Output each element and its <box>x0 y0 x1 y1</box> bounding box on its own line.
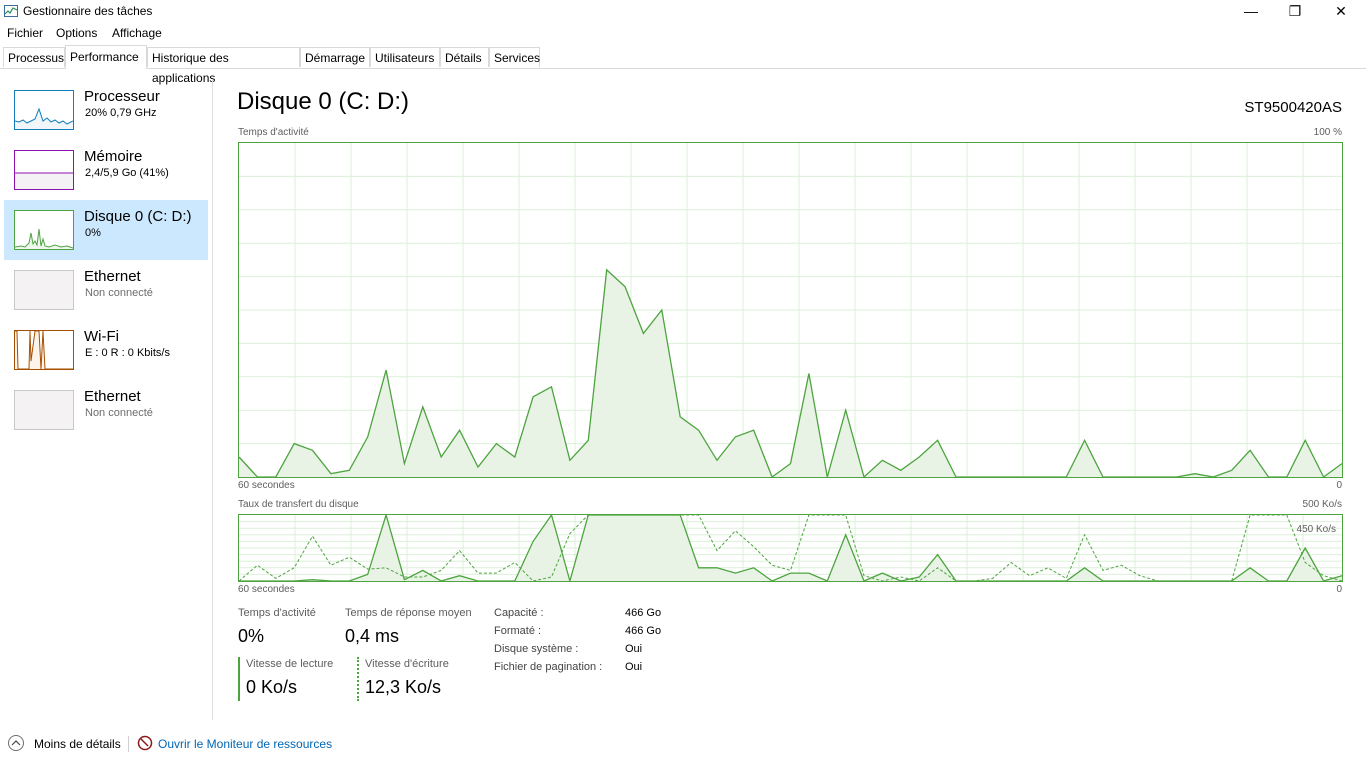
sidebar-item-subtext: E : 0 R : 0 Kbits/s <box>85 347 170 359</box>
menu-fichier[interactable]: Fichier <box>7 26 43 40</box>
disk-thumbnail <box>14 210 74 250</box>
chevron-up-icon[interactable] <box>8 735 24 751</box>
tab-performance[interactable]: Performance <box>65 45 147 69</box>
sidebar-item-label: Processeur <box>84 88 160 105</box>
info-system-disk-label: Disque système : <box>494 643 579 655</box>
menu-options[interactable]: Options <box>56 26 97 40</box>
write-speed-label: Vitesse d'écriture <box>365 658 449 670</box>
info-formatted-value: 466 Go <box>625 625 662 637</box>
activity-chart-zero: 0 <box>1336 480 1342 491</box>
active-time-label: Temps d'activité <box>238 607 316 619</box>
transfer-chart: 450 Ko/s <box>238 514 1343 582</box>
cpu-thumbnail <box>14 90 74 130</box>
transfer-chart-title: Taux de transfert du disque <box>238 499 359 510</box>
active-time-value: 0% <box>238 626 265 646</box>
series-area <box>239 269 1342 477</box>
write-speed-marker <box>357 657 359 701</box>
ethernet-thumbnail <box>14 270 74 310</box>
tab-details[interactable]: Détails <box>440 47 489 67</box>
menu-affichage[interactable]: Affichage <box>112 26 162 40</box>
sidebar-item-subtext: 20% 0,79 GHz <box>85 107 157 119</box>
sidebar-item-subtext: 0% <box>85 227 101 239</box>
sidebar-item-subtext: 2,4/5,9 Go (41%) <box>85 167 169 179</box>
sidebar-item-label: Disque 0 (C: D:) <box>84 208 192 225</box>
tab-demarrage[interactable]: Démarrage <box>300 47 370 67</box>
wifi-thumbnail-graph <box>15 331 73 369</box>
read-speed-value: 0 Ko/s <box>246 677 298 697</box>
sidebar-item-processeur[interactable]: Processeur 20% 0,79 GHz <box>4 80 208 140</box>
resource-monitor-link[interactable]: Ouvrir le Moniteur de ressources <box>158 737 332 751</box>
tab-processus[interactable]: Processus <box>3 47 65 67</box>
close-button[interactable]: ✕ <box>1318 0 1364 24</box>
footer: Moins de détails Ouvrir le Moniteur de r… <box>0 733 1366 757</box>
sidebar-item-memoire[interactable]: Mémoire 2,4/5,9 Go (41%) <box>4 140 208 200</box>
activity-chart-title: Temps d'activité <box>238 127 309 138</box>
activity-chart-xlabel: 60 secondes <box>238 480 295 491</box>
write-speed-block: Vitesse d'écriture 12,3 Ko/s <box>357 657 467 701</box>
resource-sidebar: Processeur 20% 0,79 GHz Mémoire 2,4/5,9 … <box>0 80 213 720</box>
transfer-chart-zero: 0 <box>1336 584 1342 595</box>
activity-chart-max: 100 % <box>1313 127 1342 138</box>
task-manager-icon <box>4 5 18 17</box>
transfer-chart-max: 500 Ko/s <box>1302 499 1342 510</box>
ethernet-thumbnail <box>14 390 74 430</box>
memory-thumbnail-graph <box>15 172 73 189</box>
info-capacity-value: 466 Go <box>625 607 662 619</box>
read-speed-label: Vitesse de lecture <box>246 658 334 670</box>
disk-thumbnail-graph <box>15 228 73 249</box>
minimize-button[interactable]: — <box>1228 0 1274 24</box>
memory-thumbnail <box>14 150 74 190</box>
resource-monitor-icon[interactable] <box>137 735 153 751</box>
write-speed-value: 12,3 Ko/s <box>365 677 442 697</box>
info-pagefile-label: Fichier de pagination : <box>494 661 603 673</box>
series-line <box>239 268 1342 477</box>
tab-historique[interactable]: Historique des applications <box>147 47 300 85</box>
info-system-disk-value: Oui <box>625 643 643 655</box>
window-title: Gestionnaire des tâches <box>23 4 153 18</box>
sidebar-item-subtext: Non connecté <box>85 287 153 299</box>
page-title: Disque 0 (C: D:) <box>237 88 410 115</box>
response-time-value: 0,4 ms <box>345 626 400 646</box>
info-formatted-label: Formaté : <box>494 625 542 637</box>
tab-utilisateurs[interactable]: Utilisateurs <box>370 47 440 67</box>
title-bar: Gestionnaire des tâches — ❐ ✕ <box>0 0 1366 24</box>
sidebar-item-label: Wi-Fi <box>84 328 119 345</box>
info-capacity-label: Capacité : <box>494 607 544 619</box>
read-speed-block: Vitesse de lecture 0 Ko/s <box>238 657 338 701</box>
wifi-thumbnail <box>14 330 74 370</box>
tab-strip: Processus Performance Historique des app… <box>0 45 1366 85</box>
cpu-thumbnail-graph <box>15 107 73 129</box>
sidebar-item-ethernet-1[interactable]: Ethernet Non connecté <box>4 260 208 320</box>
less-details-button[interactable]: Moins de détails <box>34 737 121 751</box>
sidebar-item-label: Mémoire <box>84 148 143 165</box>
read-speed-marker <box>238 657 240 701</box>
maximize-button[interactable]: ❐ <box>1272 0 1318 24</box>
activity-chart <box>238 142 1343 478</box>
sidebar-item-subtext: Non connecté <box>85 407 153 419</box>
sidebar-item-label: Ethernet <box>84 268 141 285</box>
footer-separator <box>128 736 129 752</box>
transfer-chart-xlabel: 60 secondes <box>238 584 295 595</box>
tab-services[interactable]: Services <box>489 47 540 67</box>
sidebar-item-ethernet-2[interactable]: Ethernet Non connecté <box>4 380 208 440</box>
transfer-chart-svg <box>239 515 1342 581</box>
response-time-label: Temps de réponse moyen <box>345 607 472 619</box>
activity-chart-svg <box>239 143 1342 477</box>
sidebar-item-wifi[interactable]: Wi-Fi E : 0 R : 0 Kbits/s <box>4 320 208 380</box>
sidebar-item-label: Ethernet <box>84 388 141 405</box>
sidebar-item-disque[interactable]: Disque 0 (C: D:) 0% <box>4 200 208 260</box>
info-pagefile-value: Oui <box>625 661 643 673</box>
disk-model: ST9500420AS <box>1244 99 1342 116</box>
transfer-chart-scale-label: 450 Ko/s <box>1296 524 1336 535</box>
